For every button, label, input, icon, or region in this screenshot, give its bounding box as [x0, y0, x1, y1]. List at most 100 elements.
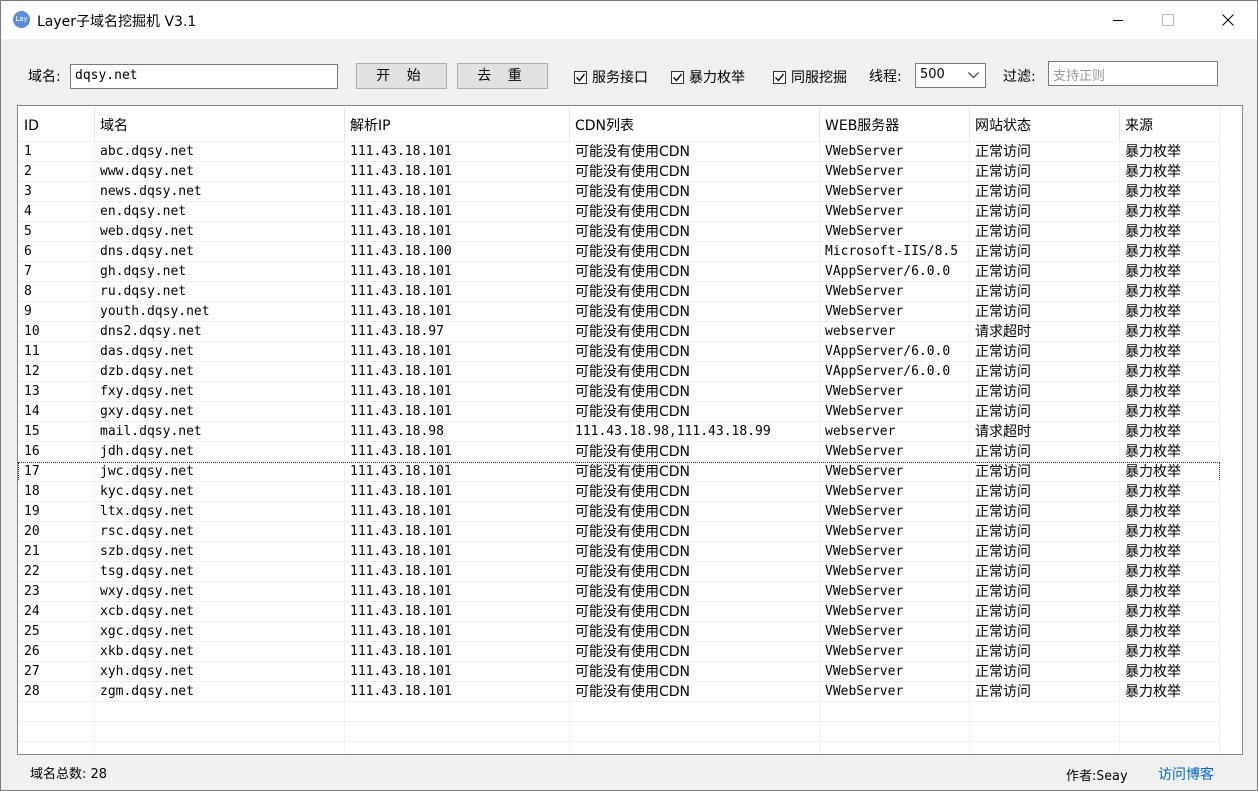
table-row[interactable]: 5 web.dqsy.net 111.43.18.101 可能没有使用CDN VWebS…	[18, 222, 1220, 242]
table-cell: 111.43.18.101	[350, 284, 452, 299]
domain-input[interactable]: dqsy.net	[70, 64, 338, 89]
title-bar[interactable]: Lay Layer子域名挖掘机 V3.1	[1, 1, 1257, 39]
filter-input[interactable]: 支持正则	[1048, 61, 1218, 86]
table-cell: fxy.dqsy.net	[100, 384, 194, 399]
table-row[interactable]: 27 xyh.dqsy.net 111.43.18.101 可能没有使用CDN VWeb…	[18, 662, 1220, 682]
table-row[interactable]: 14 gxy.dqsy.net 111.43.18.101 可能没有使用CDN VWeb…	[18, 402, 1220, 422]
column-header[interactable]: CDN列表	[569, 106, 819, 142]
column-header[interactable]: 网站状态	[969, 106, 1119, 142]
checkbox-box[interactable]	[773, 70, 786, 84]
row-gridline	[18, 481, 1220, 482]
visit-blog-link[interactable]: 访问博客	[1158, 764, 1214, 784]
close-button[interactable]	[1205, 1, 1251, 39]
table-row[interactable]: 18 kyc.dqsy.net 111.43.18.101 可能没有使用CDN VWeb…	[18, 482, 1220, 502]
table-cell: 111.43.18.101	[350, 524, 452, 539]
table-cell: 暴力枚举	[1125, 684, 1181, 700]
table-row[interactable]: 26 xkb.dqsy.net 111.43.18.101 可能没有使用CDN VWeb…	[18, 642, 1220, 662]
table-cell: 111.43.18.101	[350, 344, 452, 359]
table-row[interactable]: 21 szb.dqsy.net 111.43.18.101 可能没有使用CDN VWeb…	[18, 542, 1220, 562]
column-header[interactable]: 解析IP	[344, 106, 569, 142]
table-cell: web.dqsy.net	[100, 224, 194, 239]
table-cell: 正常访问	[975, 364, 1031, 380]
table-row[interactable]: 20 rsc.dqsy.net 111.43.18.101 可能没有使用CDN VWeb…	[18, 522, 1220, 542]
row-gridline	[18, 201, 1220, 202]
table-cell: 暴力枚举	[1125, 544, 1181, 560]
table-row[interactable]: 7 gh.dqsy.net 111.43.18.101 可能没有使用CDN VAppSe…	[18, 262, 1220, 282]
brute-force-checkbox[interactable]: 暴力枚举	[671, 67, 745, 87]
table-cell: 正常访问	[975, 444, 1031, 460]
column-header[interactable]: 来源	[1119, 106, 1220, 142]
column-header[interactable]: ID	[18, 106, 94, 142]
row-gridline	[18, 521, 1220, 522]
start-button[interactable]: 开 始	[356, 63, 447, 89]
table-cell: 22	[24, 564, 40, 579]
author-label: 作者:	[1066, 769, 1097, 784]
table-cell: 暴力枚举	[1125, 604, 1181, 620]
table-cell: 111.43.18.101	[350, 624, 452, 639]
table-row[interactable]: 28 zgm.dqsy.net 111.43.18.101 可能没有使用CDN VWeb…	[18, 682, 1220, 702]
table-cell: 111.43.18.101	[350, 384, 452, 399]
table-row[interactable]: 16 jdh.dqsy.net 111.43.18.101 可能没有使用CDN VWeb…	[18, 442, 1220, 462]
table-row[interactable]: 1 abc.dqsy.net 111.43.18.101 可能没有使用CDN VWebS…	[18, 142, 1220, 162]
table-cell: 可能没有使用CDN	[575, 264, 691, 280]
table-row[interactable]: 11 das.dqsy.net 111.43.18.101 可能没有使用CDN VApp…	[18, 342, 1220, 362]
table-cell: 111.43.18.101	[350, 164, 452, 179]
table-cell: 111.43.18.101	[350, 304, 452, 319]
table-row[interactable]: 10 dns2.dqsy.net 111.43.18.97 可能没有使用CDN webs…	[18, 322, 1220, 342]
table-cell: VWebServer	[825, 304, 904, 319]
table-cell: 可能没有使用CDN	[575, 304, 691, 320]
table-cell: VWebServer	[825, 504, 904, 519]
table-cell: VWebServer	[825, 384, 904, 399]
author-value: Seay	[1096, 769, 1128, 784]
table-row[interactable]: 15 mail.dqsy.net 111.43.18.98 111.43.18.98,…	[18, 422, 1220, 442]
table-row[interactable]: 25 xgc.dqsy.net 111.43.18.101 可能没有使用CDN VWeb…	[18, 622, 1220, 642]
table-cell: VWebServer	[825, 284, 904, 299]
table-cell: 23	[24, 584, 40, 599]
table-cell: VWebServer	[825, 444, 904, 459]
table-cell: 正常访问	[975, 624, 1031, 640]
dedupe-button[interactable]: 去 重	[457, 63, 548, 89]
table-cell: 14	[24, 404, 40, 419]
table-cell: das.dqsy.net	[100, 344, 194, 359]
table-cell: 可能没有使用CDN	[575, 284, 691, 300]
table-cell: 111.43.18.101	[350, 604, 452, 619]
column-header[interactable]: WEB服务器	[819, 106, 969, 142]
minimize-button[interactable]	[1095, 1, 1141, 39]
table-row[interactable]: 19 ltx.dqsy.net 111.43.18.101 可能没有使用CDN VWeb…	[18, 502, 1220, 522]
table-cell: VWebServer	[825, 144, 904, 159]
results-table[interactable]: ID 域名 解析IP CDN列表 WEB服务器 网站状态 来源 1 abc.dqsy.net 1…	[17, 105, 1243, 755]
row-gridline	[18, 661, 1220, 662]
table-cell: 24	[24, 604, 40, 619]
table-cell: 正常访问	[975, 164, 1031, 180]
table-row[interactable]: 2 www.dqsy.net 111.43.18.101 可能没有使用CDN VWebS…	[18, 162, 1220, 182]
table-row[interactable]: 9 youth.dqsy.net 111.43.18.101 可能没有使用CDN VWe…	[18, 302, 1220, 322]
table-row[interactable]: 23 wxy.dqsy.net 111.43.18.101 可能没有使用CDN VWeb…	[18, 582, 1220, 602]
column-header[interactable]: 域名	[94, 106, 344, 142]
table-cell: 正常访问	[975, 604, 1031, 620]
table-row[interactable]: 4 en.dqsy.net 111.43.18.101 可能没有使用CDN VWebSe…	[18, 202, 1220, 222]
threads-select[interactable]: 500	[915, 63, 986, 88]
table-cell: 可能没有使用CDN	[575, 184, 691, 200]
table-cell: 12	[24, 364, 40, 379]
same-server-checkbox[interactable]: 同服挖掘	[773, 67, 847, 87]
header-separator	[569, 110, 570, 140]
checkbox-box[interactable]	[671, 70, 684, 84]
row-gridline	[18, 501, 1220, 502]
table-row[interactable]: 24 xcb.dqsy.net 111.43.18.101 可能没有使用CDN VWeb…	[18, 602, 1220, 622]
table-cell: VWebServer	[825, 624, 904, 639]
table-row[interactable]: 3 news.dqsy.net 111.43.18.101 可能没有使用CDN VWeb…	[18, 182, 1220, 202]
table-row[interactable]: 22 tsg.dqsy.net 111.43.18.101 可能没有使用CDN VWeb…	[18, 562, 1220, 582]
checkbox-box[interactable]	[574, 70, 587, 84]
table-cell: 正常访问	[975, 224, 1031, 240]
table-cell: 20	[24, 524, 40, 539]
table-row[interactable]: 13 fxy.dqsy.net 111.43.18.101 可能没有使用CDN VWeb…	[18, 382, 1220, 402]
table-cell: 可能没有使用CDN	[575, 364, 691, 380]
table-row[interactable]: 12 dzb.dqsy.net 111.43.18.101 可能没有使用CDN VApp…	[18, 362, 1220, 382]
table-row[interactable]: 17 jwc.dqsy.net 111.43.18.101 可能没有使用CDN VWeb…	[18, 462, 1220, 482]
table-row[interactable]: 6 dns.dqsy.net 111.43.18.100 可能没有使用CDN Micro…	[18, 242, 1220, 262]
table-row[interactable]: 8 ru.dqsy.net 111.43.18.101 可能没有使用CDN VWebSe…	[18, 282, 1220, 302]
service-api-checkbox[interactable]: 服务接口	[574, 67, 648, 87]
maximize-button[interactable]	[1145, 1, 1191, 39]
table-cell: 7	[24, 264, 32, 279]
row-gridline	[18, 241, 1220, 242]
